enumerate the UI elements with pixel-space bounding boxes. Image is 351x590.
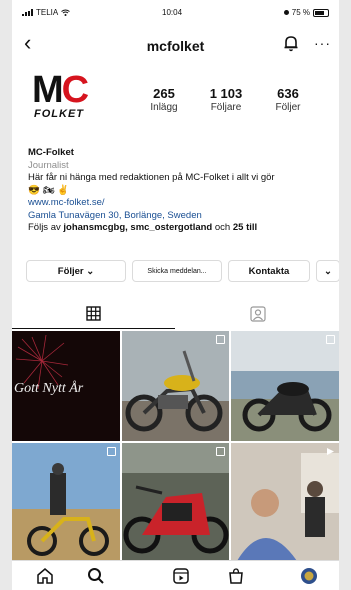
post-black-bike-lake[interactable] [231,331,339,441]
status-right: 75 % [283,8,329,17]
tab-tagged[interactable] [176,300,339,328]
profile-name: MC-Folket [28,147,74,158]
contact-button[interactable]: Kontakta [228,260,310,282]
posts-count: 265 [153,86,175,101]
posts-label: Inlägg [150,102,178,113]
followers-count: 1 103 [209,86,243,101]
profile-category: Journalist [28,159,69,171]
followers-label: Följare [210,102,242,113]
following-stat[interactable]: 636 Följer [253,86,323,113]
bio-section: MC-Folket Journalist Här får ni hänga me… [28,147,328,235]
message-button[interactable]: Skicka meddelan... [132,260,222,282]
wifi-icon [61,9,71,16]
followed-mid: och [212,222,233,233]
reels-icon[interactable] [172,567,190,585]
red-bike-image [122,443,229,561]
rider-desert-image [12,443,120,561]
newyear-caption: Gott Nytt År [14,381,84,396]
profile-avatar-icon[interactable] [300,567,318,585]
logo-folket: FOLKET [34,108,84,120]
followers-stat[interactable]: 1 103 Följare [191,86,261,113]
post-rider-desert[interactable] [12,443,120,561]
grid-icon [86,306,101,321]
battery-icon [313,8,329,17]
signal-icon [22,9,33,16]
followed-more: 25 till [232,222,258,233]
post-newyear[interactable]: Gott Nytt År [12,331,120,441]
tab-grid[interactable] [12,300,175,329]
logo-c-letter: C [61,69,89,111]
post-red-bike[interactable] [122,443,229,561]
battery-percent: 75 % [291,8,310,17]
following-label: Följer [275,102,301,113]
bio-emojis: 😎 🏍 ✌ [28,184,69,196]
posts-grid: Gott Nytt År [12,331,339,561]
people-indoor-image [231,443,339,561]
video-icon [327,448,334,455]
following-button[interactable]: Följer ⌄ [26,260,126,282]
multi-photo-icon [107,447,116,456]
tagged-icon [250,306,266,322]
notification-bell-icon[interactable] [283,34,299,52]
logo-mc-text: M [32,69,64,111]
profile-avatar[interactable]: MC FOLKET [28,70,98,124]
followed-names: johansmcgbg, smc_ostergotland [63,222,213,233]
location-icon [283,10,289,15]
website-link[interactable]: www.mc-folket.se/ [28,197,328,210]
status-bar: TELIA 10:04 75 % [12,0,339,24]
top-nav: ‹ mcfolket ··· [12,28,339,60]
status-left: TELIA [22,8,71,17]
post-yellow-bike[interactable] [122,331,229,441]
multi-photo-icon [216,447,225,456]
multi-photo-icon [216,335,225,344]
followed-by[interactable]: Följs av johansmcgbg, smc_ostergotland o… [28,222,328,235]
carrier-label: TELIA [36,8,59,17]
following-count: 636 [277,86,299,101]
search-icon[interactable] [87,567,105,585]
phone-screen: TELIA 10:04 75 % ‹ mcfolket ··· MC FOLKE… [12,0,339,590]
clock: 10:04 [162,8,183,17]
followed-prefix: Följs av [28,222,64,233]
posts-stat[interactable]: 265 Inlägg [129,86,199,113]
lake-bike-image [231,331,339,441]
shop-icon[interactable] [227,567,245,585]
more-options-button[interactable]: ··· [314,35,331,51]
suggestions-button[interactable]: ⌄ [316,260,339,282]
post-people-indoor[interactable] [231,443,339,561]
logo-mc: MC [32,69,89,111]
profile-tabs [12,300,339,330]
address-link[interactable]: Gamla Tunavägen 30, Borlänge, Sweden [28,210,328,223]
bio-text: Här får ni hänga med redaktionen på MC-F… [28,172,275,183]
home-icon[interactable] [36,567,54,585]
yellow-bike-image [122,331,229,441]
bottom-nav [12,560,339,590]
multi-photo-icon [326,335,335,344]
